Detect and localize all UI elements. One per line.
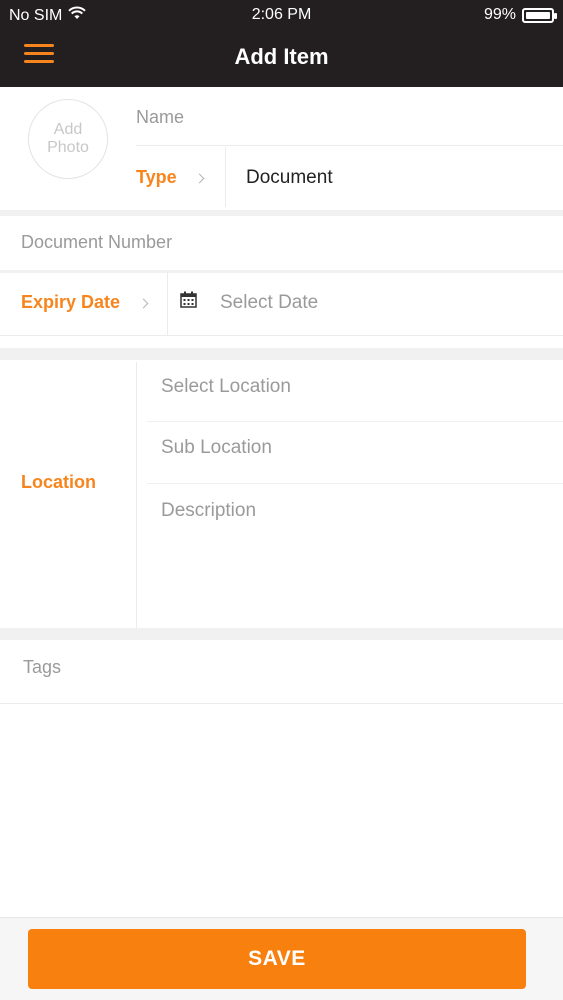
divider xyxy=(147,421,563,422)
section-divider xyxy=(0,210,563,216)
basic-info-section: Add Photo Name Type Document xyxy=(0,87,563,210)
tags-input[interactable]: Tags xyxy=(23,657,61,678)
add-photo-button[interactable]: Add Photo xyxy=(28,99,108,179)
battery-fill xyxy=(526,11,550,19)
chevron-right-icon xyxy=(138,298,149,309)
section-divider xyxy=(0,628,563,640)
name-input[interactable]: Name xyxy=(136,107,184,128)
type-value[interactable]: Document xyxy=(246,167,333,189)
page-title: Add Item xyxy=(234,44,329,69)
expiry-date-label: Expiry Date xyxy=(21,292,121,312)
nav-bar: Add Item xyxy=(0,30,563,87)
type-label: Type xyxy=(136,167,177,187)
expiry-date-select[interactable]: Select Date xyxy=(220,292,318,314)
divider xyxy=(0,335,563,336)
save-button[interactable]: SAVE xyxy=(28,929,526,989)
top-bar: No SIM 2:06 PM 99% Add Item xyxy=(0,0,563,87)
select-location-input[interactable]: Select Location xyxy=(161,376,291,398)
divider xyxy=(136,145,563,146)
battery-percent: 99% xyxy=(483,6,516,23)
section-divider xyxy=(0,348,563,360)
divider xyxy=(225,147,226,207)
battery-icon xyxy=(522,7,557,23)
divider xyxy=(0,703,563,704)
status-bar: No SIM 2:06 PM 99% xyxy=(0,0,563,30)
chevron-right-icon xyxy=(194,173,205,184)
calendar-icon xyxy=(180,291,197,308)
divider xyxy=(136,362,137,628)
document-number-input[interactable]: Document Number xyxy=(21,232,172,253)
divider xyxy=(167,272,168,335)
sub-location-input[interactable]: Sub Location xyxy=(161,437,272,459)
type-row[interactable]: Type Document xyxy=(136,147,563,207)
bottom-bar: SAVE xyxy=(0,917,563,1000)
description-input[interactable]: Description xyxy=(161,500,256,522)
location-label: Location xyxy=(21,472,96,492)
status-time: 2:06 PM xyxy=(251,6,312,23)
divider xyxy=(147,483,563,484)
section-divider xyxy=(0,270,563,273)
